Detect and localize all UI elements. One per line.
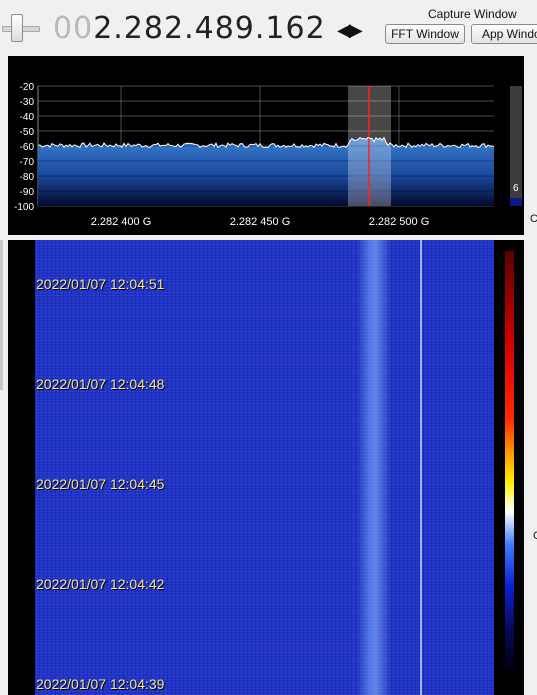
fft-window-button[interactable]: FFT Window xyxy=(385,24,465,44)
waterfall-panel[interactable]: 2022/01/07 12:04:51 2022/01/07 12:04:48 … xyxy=(8,240,524,695)
timestamp-label: 2022/01/07 12:04:45 xyxy=(36,476,165,492)
y-tick-label: -100 xyxy=(14,202,34,213)
x-tick-label: 2.282 450 G xyxy=(230,216,291,228)
edge-label: C xyxy=(533,530,537,542)
x-tick-label: 2.282 400 G xyxy=(91,216,152,228)
app-window-button[interactable]: App Windo xyxy=(471,24,537,44)
y-tick-label: -40 xyxy=(20,112,35,123)
y-tick-label: -50 xyxy=(20,127,35,138)
left-splitter[interactable] xyxy=(0,240,3,390)
frequency-display[interactable]: 002.282.489.162 xyxy=(53,9,326,49)
x-axis-labels: 2.282 400 G 2.282 450 G 2.282 500 G xyxy=(91,216,430,228)
spectrum-panel[interactable]: -20 -30 -40 -50 -60 -70 -80 -90 -100 2.282 400 G… xyxy=(8,56,524,235)
x-tick-label: 2.282 500 G xyxy=(369,216,430,228)
y-tick-label: -60 xyxy=(20,142,35,153)
signal-level-value: 6 xyxy=(513,183,519,194)
timestamp-label: 2022/01/07 12:04:39 xyxy=(36,676,165,692)
signal-level-fill xyxy=(510,198,522,206)
y-tick-label: -80 xyxy=(20,172,35,183)
timestamp-label: 2022/01/07 12:04:48 xyxy=(36,376,165,392)
frequency-digits[interactable]: 2.282.489.162 xyxy=(93,11,325,46)
carrier-line xyxy=(420,240,422,695)
edge-label: C xyxy=(530,213,537,225)
timestamp-label: 2022/01/07 12:04:51 xyxy=(36,276,165,292)
y-tick-label: -90 xyxy=(20,187,35,198)
tuning-arrows-icon[interactable]: ◀▶ xyxy=(337,20,363,42)
capture-window-label: Capture Window xyxy=(428,7,517,21)
gain-slider-thumb[interactable] xyxy=(11,14,23,42)
toolbar: 002.282.489.162 ◀▶ Capture Window FFT Wi… xyxy=(0,0,537,56)
y-tick-label: -70 xyxy=(20,157,35,168)
waterfall-color-scale xyxy=(505,251,514,671)
y-tick-label: -30 xyxy=(20,97,35,108)
signal-band xyxy=(357,240,391,695)
y-axis-labels: -20 -30 -40 -50 -60 -70 -80 -90 -100 xyxy=(14,82,34,213)
spectrum-plot: -20 -30 -40 -50 -60 -70 -80 -90 -100 2.282 400 G… xyxy=(14,82,495,228)
waterfall-field xyxy=(35,240,494,695)
timestamp-label: 2022/01/07 12:04:42 xyxy=(36,576,165,592)
spectrum-fill xyxy=(38,137,494,206)
y-tick-label: -20 xyxy=(20,82,35,93)
frequency-leading-digits[interactable]: 00 xyxy=(53,11,93,46)
